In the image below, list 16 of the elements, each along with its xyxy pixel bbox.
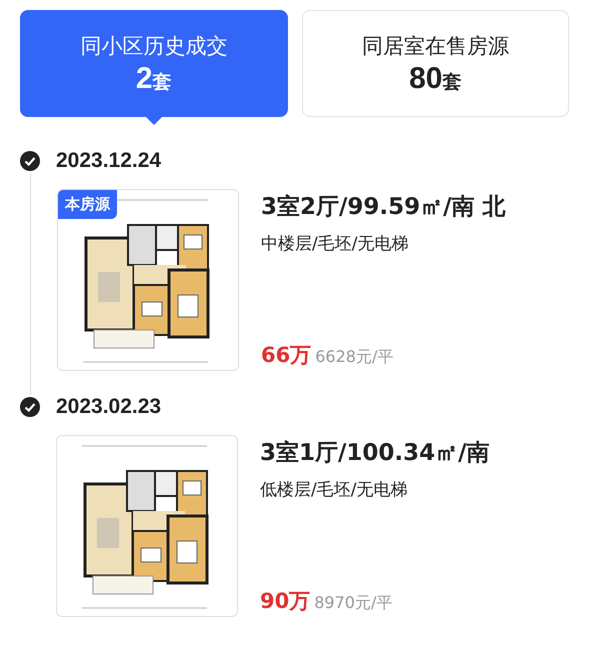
listing-title: 3室1厅/100.34㎡/南	[260, 439, 490, 468]
listing-details: 中楼层/毛坯/无电梯	[261, 233, 410, 255]
check-icon	[20, 397, 40, 417]
listing-title: 3室2厅/99.59㎡/南 北	[261, 193, 506, 222]
deal-date: 2023.12.24	[56, 149, 162, 173]
listing-details: 低楼层/毛坯/无电梯	[260, 479, 408, 501]
unit-price: 6628元/平	[315, 347, 394, 368]
tab[interactable]: 同居室在售房源 80套	[302, 10, 569, 117]
floor-plan-card[interactable]: 本房源	[57, 189, 239, 371]
unit-price: 8970元/平	[314, 593, 392, 614]
check-icon	[20, 151, 40, 171]
deal-date: 2023.02.23	[56, 395, 162, 419]
total-price: 90万	[260, 588, 310, 615]
listing-badge: 本房源	[58, 190, 117, 219]
pointer-icon	[144, 116, 163, 125]
total-price: 66万	[261, 342, 312, 369]
